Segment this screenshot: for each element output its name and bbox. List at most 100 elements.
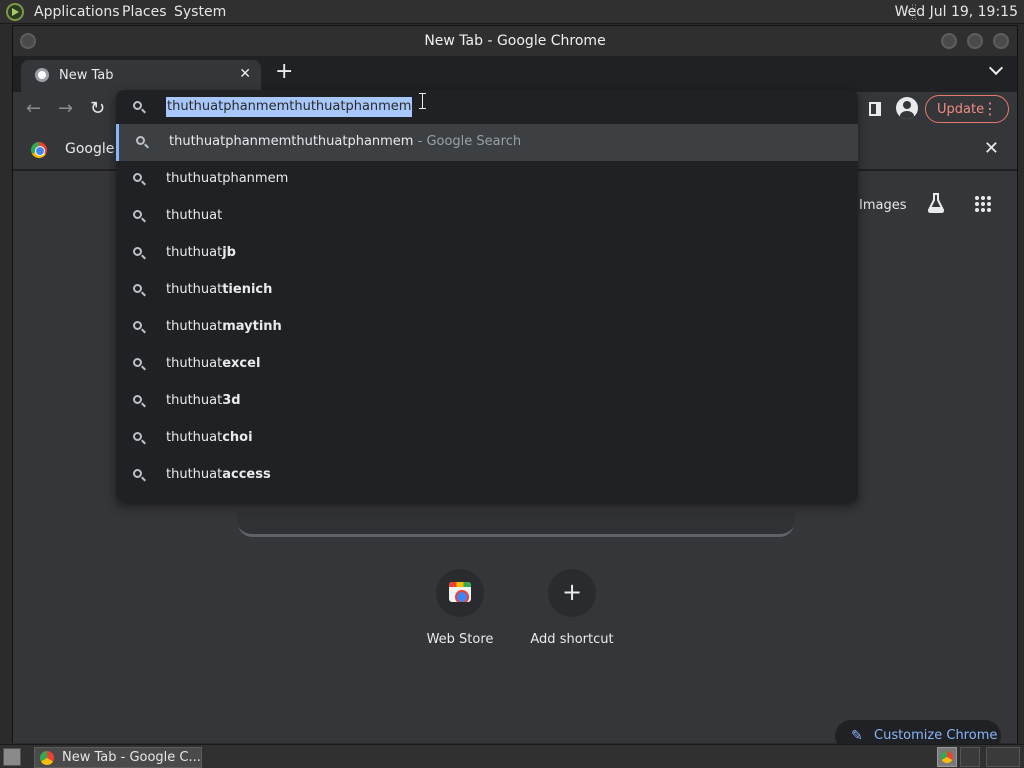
suggestion-completion: tienich	[222, 282, 273, 297]
update-label: Update	[937, 102, 985, 117]
tab-search-chevron-icon[interactable]	[988, 60, 1004, 76]
pencil-icon: ✎	[851, 728, 863, 744]
search-icon	[136, 136, 149, 149]
show-desktop-icon[interactable]	[3, 748, 21, 766]
suggestion-text: thuthuatexcel	[166, 356, 260, 371]
window-title: New Tab - Google Chrome	[424, 33, 606, 49]
web-store-icon	[449, 582, 471, 602]
menu-system[interactable]: System	[174, 4, 226, 20]
chrome-favicon-icon	[35, 68, 49, 82]
omnibox-suggestion[interactable]: thuthuataccess	[116, 457, 858, 494]
profile-avatar-icon[interactable]	[896, 97, 918, 119]
suggestion-text: thuthuattienich	[166, 282, 272, 297]
suggestion-query: thuthuatphanmemthuthuatphanmem	[169, 134, 414, 149]
search-box[interactable]	[238, 511, 794, 537]
chrome-icon	[40, 751, 54, 765]
suggestion-text: thuthuataccess	[166, 467, 271, 482]
suggestion-text: thuthuatphanmem	[166, 171, 288, 186]
shortcut-web-store[interactable]: Web Store	[410, 569, 510, 647]
workspace-switcher[interactable]	[986, 747, 1020, 767]
suggestion-text: thuthuat	[166, 208, 222, 223]
suggestion-hint: - Google Search	[413, 134, 522, 149]
omnibox-suggestion[interactable]: thuthuat3d	[116, 383, 858, 420]
menu-places[interactable]: Places	[122, 4, 167, 20]
suggestion-completion: excel	[222, 356, 261, 371]
tab-new-tab[interactable]: New Tab ✕	[21, 60, 261, 92]
suggestion-query: thuthuat	[166, 356, 223, 371]
window-menu-button[interactable]	[20, 33, 36, 49]
maximize-button[interactable]	[967, 33, 983, 49]
workspace-2[interactable]	[960, 747, 980, 767]
text-cursor	[419, 93, 426, 109]
omnibox-suggestion[interactable]: thuthuatmaytinh	[116, 309, 858, 346]
clock[interactable]: Wed Jul 19, 19:15	[895, 4, 1018, 20]
suggestion-query: thuthuat	[166, 208, 223, 223]
apps-grid-icon[interactable]	[975, 196, 991, 212]
suggestion-query: thuthuat	[166, 467, 223, 482]
plus-icon: +	[561, 578, 583, 606]
omnibox-suggestion[interactable]: thuthuatexcel	[116, 346, 858, 383]
omnibox-suggestion[interactable]: thuthuatphanmem	[116, 161, 858, 198]
suggestion-query: thuthuat	[166, 319, 223, 334]
omnibox-input-row[interactable]: thuthuatphanmemthuthuatphanmem	[116, 90, 858, 124]
suggestion-query: thuthuat	[166, 430, 223, 445]
suggestion-text: thuthuatchoi	[166, 430, 253, 445]
suggestion-text: thuthuatmaytinh	[166, 319, 282, 334]
window-title-bar[interactable]: New Tab - Google Chrome	[13, 26, 1017, 56]
update-button[interactable]: Update ⋮	[925, 95, 1009, 123]
minimize-button[interactable]	[941, 33, 957, 49]
suggestion-completion: maytinh	[222, 319, 282, 334]
omnibox-suggestion[interactable]: thuthuat	[116, 198, 858, 235]
search-icon	[133, 210, 146, 223]
search-icon	[133, 101, 146, 114]
labs-flask-icon[interactable]	[927, 193, 945, 213]
suggestion-completion: choi	[222, 430, 253, 445]
reload-icon[interactable]: ↻	[90, 98, 105, 119]
suggestion-text: thuthuat3d	[166, 393, 241, 408]
customize-label: Customize Chrome	[874, 728, 998, 743]
search-icon	[133, 284, 146, 297]
omnibox-suggestion[interactable]: thuthuatphanmemthuthuatphanmem - Google …	[116, 124, 858, 161]
search-icon	[133, 321, 146, 334]
taskbar-window-label: New Tab - Google C...	[62, 750, 201, 765]
taskbar-window-button[interactable]: New Tab - Google C...	[34, 747, 202, 768]
search-icon	[133, 247, 146, 260]
bottom-taskbar: New Tab - Google C...	[0, 744, 1024, 768]
kebab-menu-icon[interactable]: ⋮	[982, 99, 998, 118]
suggestion-query: thuthuat	[166, 282, 223, 297]
close-tab-icon[interactable]: ✕	[239, 66, 251, 82]
search-icon	[133, 395, 146, 408]
shortcut-tile: +	[548, 569, 596, 617]
suggestion-text: thuthuatjb	[166, 245, 236, 260]
system-logo-icon[interactable]	[6, 3, 24, 21]
suggestion-completion: jb	[222, 245, 236, 260]
close-bar-icon[interactable]: ✕	[984, 138, 999, 159]
suggestion-query: thuthuatphanmem	[166, 171, 289, 186]
search-icon	[133, 358, 146, 371]
search-icon	[133, 173, 146, 186]
search-icon	[133, 469, 146, 482]
tab-title: New Tab	[59, 68, 114, 83]
omnibox-suggestion[interactable]: thuthuattienich	[116, 272, 858, 309]
suggestion-query: thuthuat	[166, 245, 223, 260]
chrome-logo-icon	[31, 142, 47, 158]
tab-strip: New Tab ✕ +	[13, 56, 1017, 92]
images-link[interactable]: Images	[859, 198, 907, 213]
omnibox-suggestion[interactable]: thuthuatchoi	[116, 420, 858, 457]
omnibox-dropdown: thuthuatphanmemthuthuatphanmem thuthuatp…	[116, 90, 858, 502]
chrome-icon	[941, 751, 953, 763]
suggestion-text: thuthuatphanmemthuthuatphanmem - Google …	[169, 134, 521, 149]
omnibox-suggestion[interactable]: thuthuatjb	[116, 235, 858, 272]
forward-arrow-icon[interactable]: →	[58, 98, 73, 119]
back-arrow-icon[interactable]: ←	[26, 98, 41, 119]
new-tab-icon[interactable]: +	[275, 61, 293, 83]
workspace-1[interactable]	[937, 747, 957, 767]
shortcut-tile	[436, 569, 484, 617]
omnibox-input[interactable]: thuthuatphanmemthuthuatphanmem	[166, 97, 413, 117]
shortcut-add[interactable]: + Add shortcut	[522, 569, 622, 647]
suggestion-completion: 3d	[222, 393, 241, 408]
menu-applications[interactable]: Applications	[34, 4, 120, 20]
suggestion-completion: access	[222, 467, 271, 482]
side-panel-icon[interactable]	[869, 102, 881, 116]
close-window-button[interactable]	[993, 33, 1009, 49]
